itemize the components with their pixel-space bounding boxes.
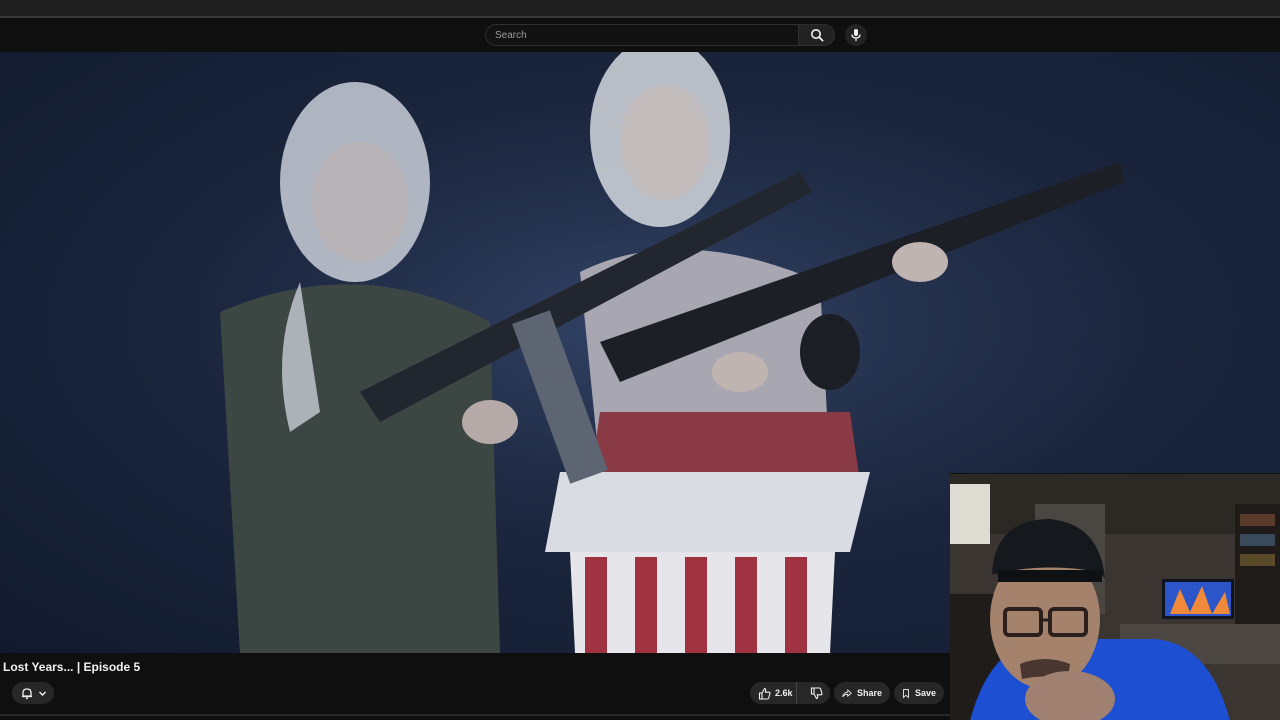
dislike-button[interactable] [802, 682, 830, 704]
share-button[interactable]: Share [834, 682, 890, 704]
masthead [0, 18, 1280, 52]
notification-bell-icon [21, 688, 32, 700]
chevron-down-icon [38, 691, 46, 696]
search-icon [810, 29, 824, 42]
like-count: 2.6k [775, 688, 793, 698]
video-title-row: Lost Years... | Episode 5 [0, 655, 950, 681]
webcam-overlay [950, 473, 1280, 720]
like-button[interactable]: 2.6k [750, 682, 798, 704]
divider [0, 714, 950, 716]
bookmark-icon [903, 688, 909, 698]
thumbs-down-icon [810, 686, 823, 699]
notification-button[interactable] [12, 682, 54, 704]
video-actions: 2.6k Share Save [0, 681, 950, 707]
like-dislike-group: 2.6k [750, 682, 830, 704]
save-button[interactable]: Save [894, 682, 944, 704]
share-label: Share [856, 688, 882, 698]
save-label: Save [914, 688, 936, 698]
thumbs-up-icon [758, 687, 771, 700]
browser-top-strip [0, 0, 1280, 18]
search-input[interactable] [486, 25, 798, 46]
voice-search-button[interactable] [845, 24, 867, 46]
search-button[interactable] [799, 24, 835, 46]
search-box [485, 24, 799, 46]
microphone-icon [851, 29, 861, 41]
share-arrow-icon [842, 688, 852, 697]
video-title: Lost Years... | Episode 5 [3, 660, 141, 674]
webcam-feed [950, 474, 1280, 720]
